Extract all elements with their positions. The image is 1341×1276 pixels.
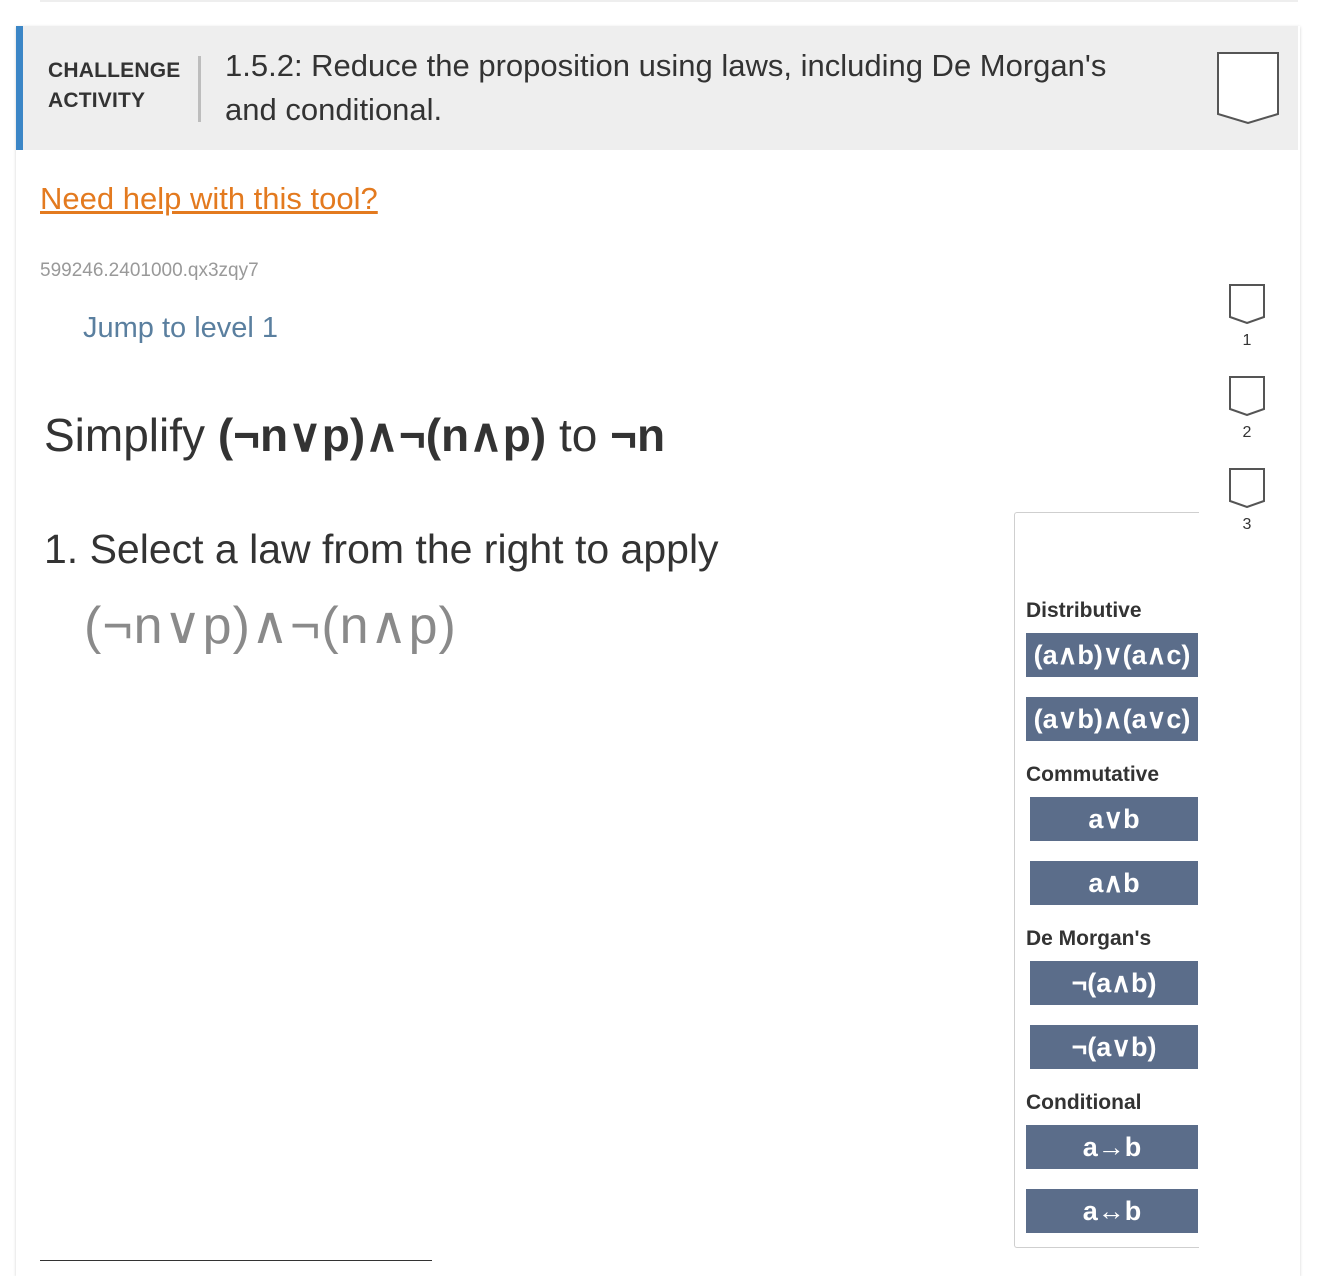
- problem-prompt: Simplify (¬n∨p)∧¬(n∧p) to ¬n: [44, 408, 665, 462]
- law-button-commutative-or[interactable]: a∨b: [1030, 797, 1198, 841]
- activity-kind-line1: CHALLENGE: [48, 59, 181, 82]
- law-group-conditional: Conditional: [1026, 1091, 1142, 1114]
- activity-id: 599246.2401000.qx3zqy7: [40, 260, 259, 281]
- law-group-demorgan: De Morgan's: [1026, 927, 1152, 950]
- challenge-activity-card: CHALLENGE ACTIVITY 1.5.2: Reduce the pro…: [16, 26, 1300, 1276]
- level-badge-icon: [1229, 284, 1265, 324]
- law-button-biconditional[interactable]: a↔b: [1026, 1189, 1198, 1233]
- current-expression: (¬n∨p)∧¬(n∧p): [84, 597, 457, 655]
- help-link[interactable]: Need help with this tool?: [40, 181, 378, 217]
- activity-header: CHALLENGE ACTIVITY 1.5.2: Reduce the pro…: [16, 26, 1298, 150]
- start-expression: (¬n∨p)∧¬(n∧p): [217, 409, 547, 461]
- law-selection-panel: Distributive (a∧b)∨(a∧c) (a∨b)∧(a∨c) Com…: [1014, 512, 1199, 1248]
- law-button-demorgan-or[interactable]: ¬(a∨b): [1030, 1025, 1198, 1069]
- law-button-conditional[interactable]: a→b: [1026, 1125, 1198, 1169]
- level-badge-icon: [1229, 468, 1265, 508]
- law-button-distributive-or-and[interactable]: (a∨b)∧(a∨c): [1026, 697, 1198, 741]
- level-number: 3: [1242, 516, 1252, 533]
- prompt-middle: to: [559, 409, 598, 461]
- completion-badge-icon: [1217, 52, 1279, 125]
- level-number: 1: [1242, 332, 1252, 349]
- level-3-indicator[interactable]: 3: [1222, 468, 1272, 534]
- law-group-distributive: Distributive: [1026, 599, 1142, 622]
- jump-to-level-link[interactable]: Jump to level 1: [83, 312, 278, 345]
- law-button-commutative-and[interactable]: a∧b: [1030, 861, 1198, 905]
- bottom-divider: [40, 1260, 432, 1261]
- header-divider: [198, 56, 201, 122]
- step-instruction: 1. Select a law from the right to apply: [44, 526, 719, 572]
- level-1-indicator[interactable]: 1: [1222, 284, 1272, 350]
- level-2-indicator[interactable]: 2: [1222, 376, 1272, 442]
- activity-kind-label: CHALLENGE ACTIVITY: [48, 56, 188, 116]
- law-button-distributive-and-or[interactable]: (a∧b)∨(a∧c): [1026, 633, 1198, 677]
- law-group-commutative: Commutative: [1026, 763, 1160, 786]
- level-badge-icon: [1229, 376, 1265, 416]
- activity-kind-line2: ACTIVITY: [48, 89, 146, 112]
- target-expression: ¬n: [610, 409, 666, 461]
- prompt-prefix: Simplify: [44, 409, 206, 461]
- law-button-demorgan-and[interactable]: ¬(a∧b): [1030, 961, 1198, 1005]
- activity-title: 1.5.2: Reduce the proposition using laws…: [225, 48, 1107, 127]
- top-divider: [40, 0, 1298, 2]
- level-number: 2: [1242, 424, 1252, 441]
